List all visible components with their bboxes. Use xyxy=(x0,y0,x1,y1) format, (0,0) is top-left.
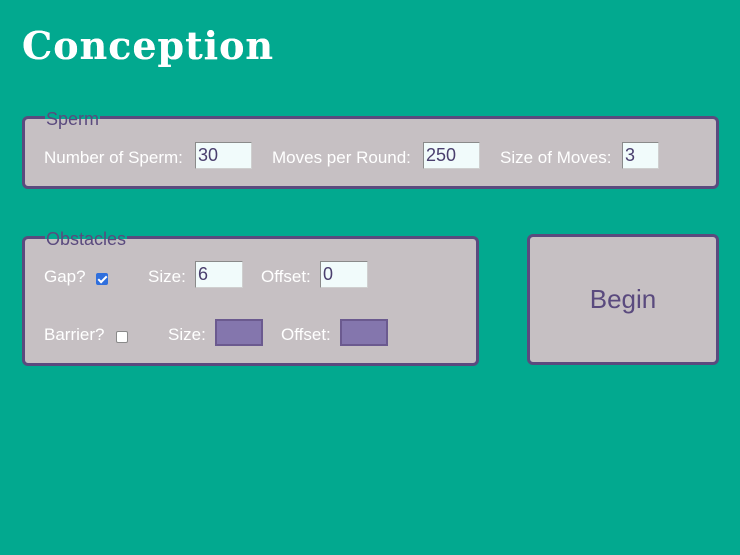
gap-offset-label: Offset: xyxy=(261,267,311,286)
barrier-offset-input[interactable] xyxy=(340,319,388,346)
number-of-sperm-input[interactable] xyxy=(195,142,252,169)
begin-button[interactable]: Begin xyxy=(527,234,719,365)
obstacles-panel-legend: Obstacles xyxy=(45,229,128,249)
gap-label: Gap? xyxy=(44,267,86,286)
number-of-sperm-label: Number of Sperm: xyxy=(44,148,183,167)
moves-per-round-input[interactable] xyxy=(423,142,480,169)
barrier-checkbox[interactable] xyxy=(116,331,128,343)
barrier-label: Barrier? xyxy=(44,325,105,344)
sperm-panel-legend: Sperm xyxy=(45,109,101,129)
gap-size-input[interactable] xyxy=(195,261,243,288)
barrier-size-label: Size: xyxy=(168,325,206,344)
size-of-moves-label: Size of Moves: xyxy=(500,148,612,167)
sperm-panel: Sperm Number of Sperm: Moves per Round: … xyxy=(22,109,719,189)
gap-checkbox[interactable] xyxy=(96,273,108,285)
obstacles-panel: Obstacles Gap? Size: Offset: Barrier? Si… xyxy=(22,229,479,366)
size-of-moves-input[interactable] xyxy=(622,142,659,169)
app-title: Conception xyxy=(22,23,275,68)
barrier-offset-label: Offset: xyxy=(281,325,331,344)
gap-offset-input[interactable] xyxy=(320,261,368,288)
barrier-size-input[interactable] xyxy=(215,319,263,346)
gap-size-label: Size: xyxy=(148,267,186,286)
moves-per-round-label: Moves per Round: xyxy=(272,148,411,167)
